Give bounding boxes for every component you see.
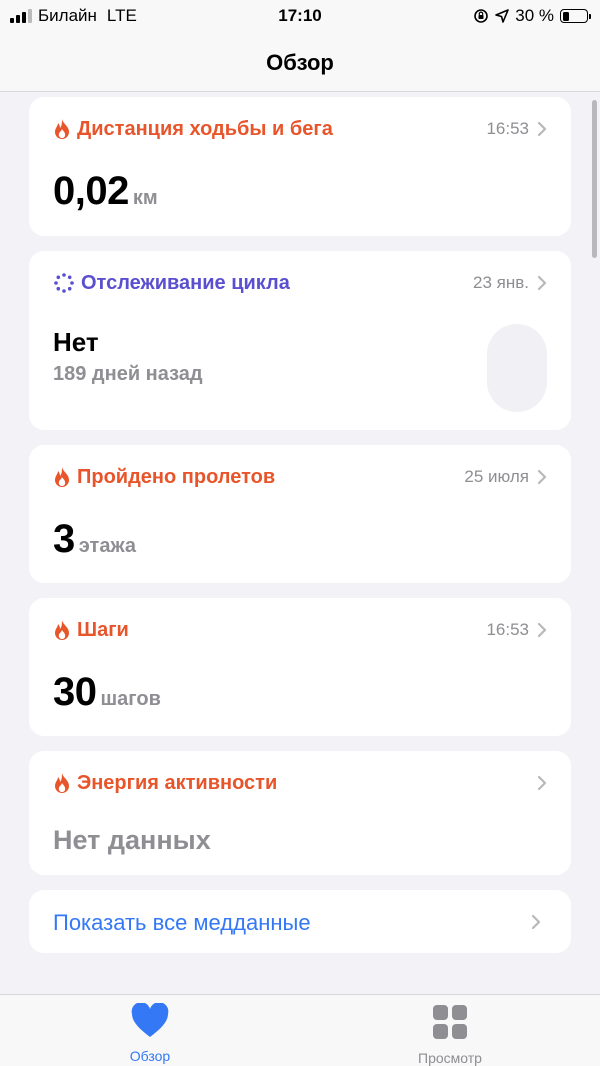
card-walking-running-distance[interactable]: Дистанция ходьбы и бега 16:53 0,02 км (29, 97, 571, 236)
chevron-right-icon (537, 121, 547, 137)
navigation-bar: Обзор (0, 34, 600, 92)
chevron-right-icon (537, 775, 547, 791)
status-bar: Билайн LTE 17:10 30 % (0, 0, 600, 34)
card-title: Дистанция ходьбы и бега (77, 117, 333, 140)
chevron-right-icon (531, 914, 541, 930)
flame-icon (55, 620, 69, 640)
orientation-lock-icon (474, 9, 489, 23)
heart-icon (131, 1002, 169, 1037)
flame-icon (55, 773, 69, 793)
location-icon (495, 9, 510, 23)
card-title: Энергия активности (77, 771, 278, 794)
distance-value: 0,02 (53, 169, 129, 213)
card-title: Пройдено пролетов (77, 465, 276, 488)
card-cycle-tracking[interactable]: Отслеживание цикла 23 янв. Нет 189 дней … (29, 251, 571, 430)
steps-unit: шагов (100, 688, 161, 710)
card-timestamp: 16:53 (486, 119, 529, 138)
chevron-right-icon (537, 622, 547, 638)
card-title: Отслеживание цикла (81, 271, 290, 294)
tab-summary[interactable]: Обзор (90, 1002, 210, 1064)
battery-percent: 30 % (515, 6, 554, 25)
cycle-subtitle: 189 дней назад (53, 363, 203, 385)
card-timestamp: 25 июля (464, 467, 529, 486)
chevron-right-icon (537, 275, 547, 291)
flame-icon (55, 119, 69, 139)
steps-value: 30 (53, 670, 97, 714)
energy-no-data: Нет данных (53, 825, 211, 855)
chevron-right-icon (537, 469, 547, 485)
flights-value: 3 (53, 517, 75, 561)
distance-unit: км (132, 187, 158, 209)
cycle-indicator (487, 324, 547, 412)
flame-icon (55, 467, 69, 487)
card-title: Шаги (77, 618, 129, 641)
show-all-health-data-button[interactable]: Показать все медданные (29, 890, 571, 953)
battery-icon (560, 9, 591, 23)
card-active-energy[interactable]: Энергия активности Нет данных (29, 751, 571, 875)
scrollbar[interactable] (592, 100, 597, 258)
card-timestamp: 16:53 (486, 620, 529, 639)
flights-unit: этажа (78, 535, 136, 557)
card-flights-climbed[interactable]: Пройдено пролетов 25 июля 3 этажа (29, 445, 571, 583)
tab-label: Обзор (129, 1048, 171, 1064)
page-title: Обзор (266, 49, 334, 75)
card-steps[interactable]: Шаги 16:53 30 шагов (29, 598, 571, 736)
cycle-tracking-icon (54, 273, 74, 293)
tab-bar: Обзор Просмотр (0, 994, 600, 1066)
tab-browse[interactable]: Просмотр (390, 1003, 510, 1066)
show-all-label: Показать все медданные (53, 910, 311, 935)
tab-label: Просмотр (418, 1050, 482, 1066)
cycle-value: Нет (53, 327, 99, 357)
card-timestamp: 23 янв. (473, 273, 529, 292)
grid-icon (433, 1005, 467, 1039)
